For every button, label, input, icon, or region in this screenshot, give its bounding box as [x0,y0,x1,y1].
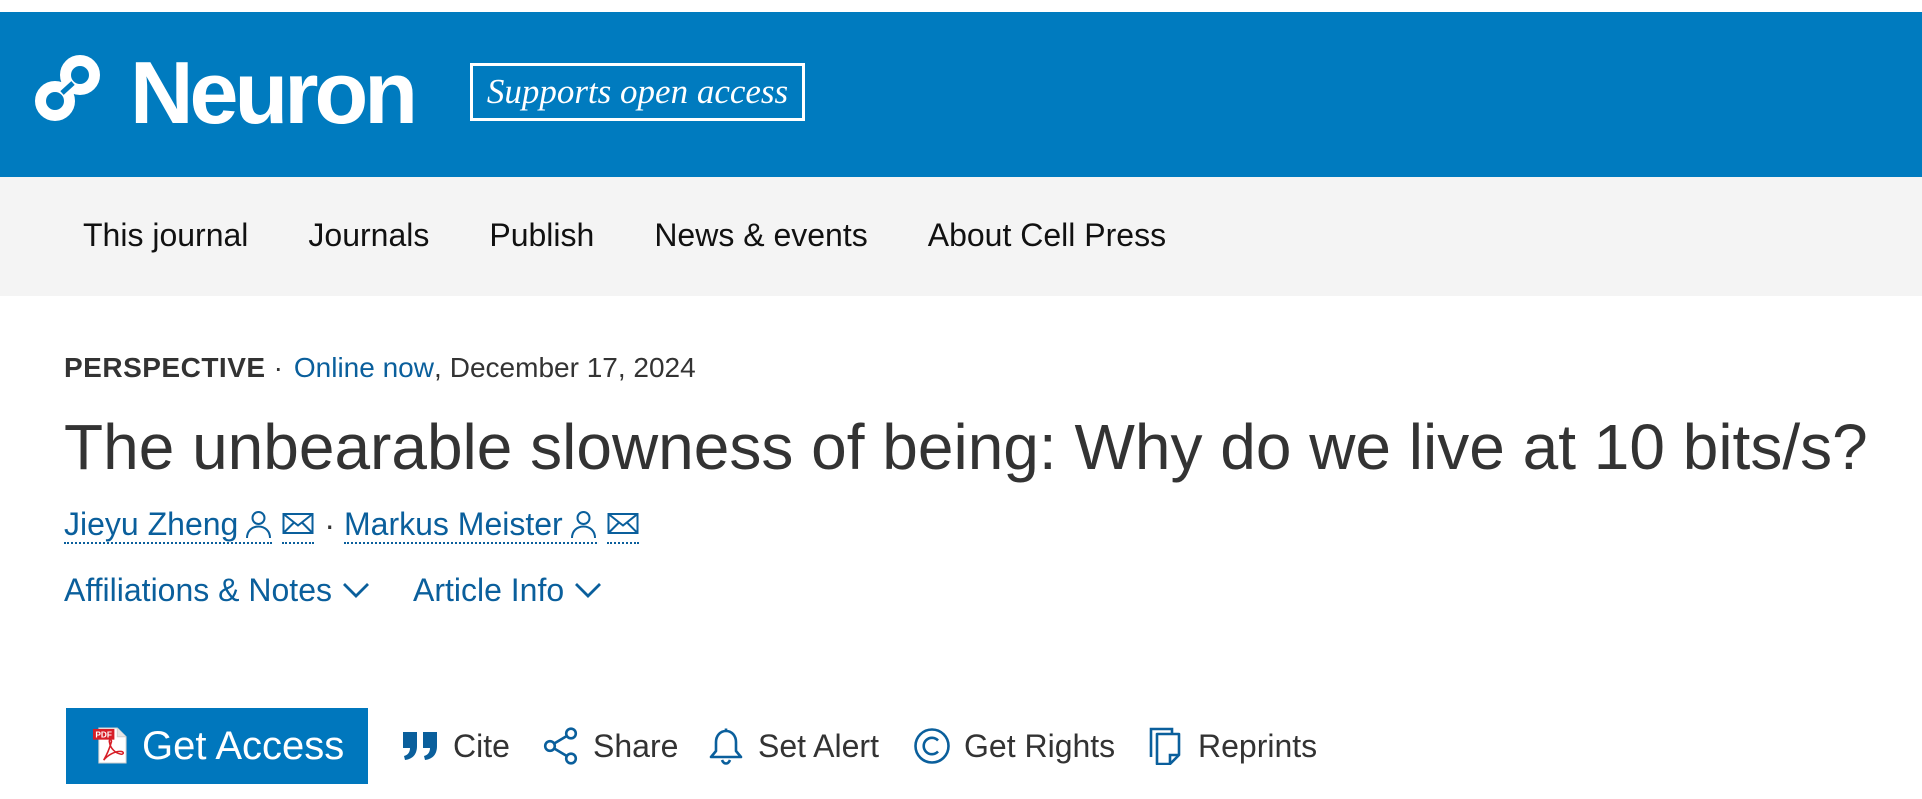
nav-item-about-cell-press[interactable]: About Cell Press [928,215,1166,255]
author-list: Jieyu Zheng · Markus Meister [64,505,639,545]
pdf-icon-label: PDF [95,731,112,740]
reprints-label: Reprints [1198,728,1318,764]
email-author-button[interactable] [282,506,315,544]
author-name: Markus Meister [343,506,563,542]
author-link-markus-meister[interactable]: Markus Meister [343,506,597,544]
article-expanders: Affiliations & Notes Article Info [64,570,602,610]
cite-label: Cite [453,728,510,764]
expander-label: Affiliations & Notes [64,572,332,608]
author-link-jieyu-zheng[interactable]: Jieyu Zheng [64,506,273,544]
article-meta: PERSPECTIVE · Online now , December 17, … [64,348,696,388]
expander-label: Article Info [412,572,565,608]
affiliations-notes-toggle[interactable]: Affiliations & Notes [64,570,370,610]
share-button[interactable]: Share [542,726,678,766]
get-rights-button[interactable]: Get Rights [913,726,1115,766]
journal-logo[interactable]: Neuron [130,49,418,137]
chevron-down-icon [575,583,602,598]
email-author-button[interactable] [606,506,639,544]
main-nav: This journal Journals Publish News & eve… [0,177,1922,296]
person-icon [570,511,596,539]
get-rights-label: Get Rights [964,728,1116,764]
quote-icon [403,732,437,760]
open-access-badge[interactable]: Supports open access [470,63,805,121]
envelope-icon [282,513,314,534]
bell-icon [709,728,743,765]
copyright-icon [914,728,950,764]
set-alert-label: Set Alert [758,728,879,764]
meta-separator: · [273,352,283,383]
pdf-icon: PDF [92,727,127,764]
nav-item-publish[interactable]: Publish [489,215,594,255]
set-alert-button[interactable]: Set Alert [707,726,879,766]
share-label: Share [593,728,679,764]
get-access-label: Get Access [142,724,345,768]
cite-button[interactable]: Cite [402,726,510,766]
author-separator: · [324,507,335,543]
get-access-button[interactable]: PDF Get Access [66,708,368,784]
reprints-icon [1149,727,1181,765]
share-icon [543,727,578,765]
neuron-logo-icon[interactable] [31,52,105,124]
person-icon [246,511,272,539]
online-now-link[interactable]: Online now [294,348,434,388]
article-title: The unbearable slowness of being: Why do… [64,411,1868,483]
nav-item-this-journal[interactable]: This journal [83,215,248,255]
site-header: Neuron Supports open access [0,12,1922,177]
article-type: PERSPECTIVE [64,352,266,383]
nav-item-journals[interactable]: Journals [308,215,429,255]
author-name: Jieyu Zheng [64,506,239,542]
publication-date: December 17, 2024 [449,352,696,383]
date-separator: , [433,352,442,383]
chevron-down-icon [342,583,369,598]
reprints-button[interactable]: Reprints [1147,726,1317,766]
article-info-toggle[interactable]: Article Info [413,570,602,610]
nav-item-news-events[interactable]: News & events [654,215,867,255]
envelope-icon [607,513,639,534]
